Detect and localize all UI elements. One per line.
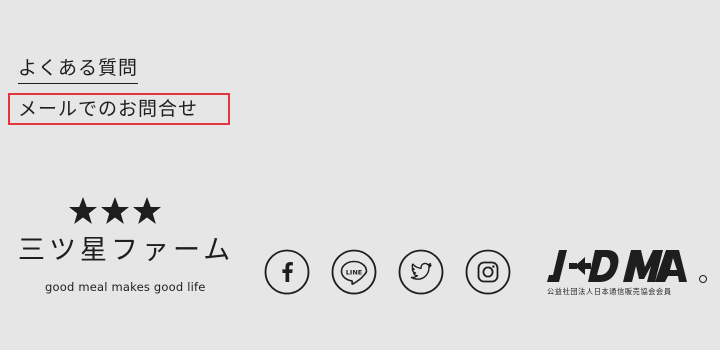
social-links: LINE xyxy=(264,249,511,295)
line-link[interactable]: LINE xyxy=(331,249,377,295)
line-icon: LINE xyxy=(331,249,377,295)
brand-name: 三ツ星ファーム xyxy=(18,235,235,266)
three-stars-icon xyxy=(69,197,161,224)
site-footer: よくある質問 メールでのお問合せ 三ツ星ファーム good meal makes… xyxy=(0,0,720,350)
instagram-icon xyxy=(465,249,511,295)
instagram-link[interactable] xyxy=(465,249,511,295)
twitter-icon xyxy=(398,249,444,295)
brand-tagline: good meal makes good life xyxy=(45,280,206,294)
facebook-link[interactable] xyxy=(264,249,310,295)
jadma-badge[interactable]: 公益社団法人日本通信販売協会会員 xyxy=(547,249,711,296)
line-icon-text: LINE xyxy=(346,269,362,277)
contact-email-link[interactable]: メールでのお問合せ xyxy=(8,93,230,125)
faq-link[interactable]: よくある質問 xyxy=(18,55,139,84)
twitter-link[interactable] xyxy=(398,249,444,295)
jadma-logo-icon xyxy=(547,250,707,283)
facebook-icon xyxy=(264,249,310,295)
jadma-org-name: 公益社団法人日本通信販売協会会員 xyxy=(547,287,672,296)
